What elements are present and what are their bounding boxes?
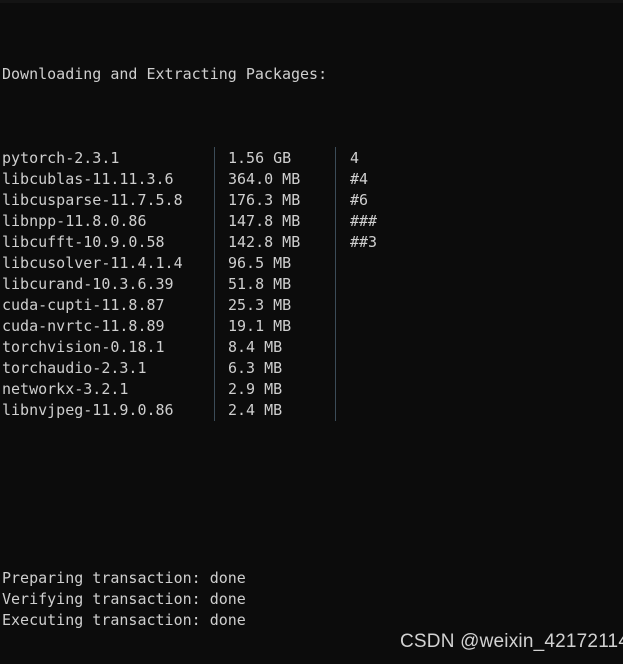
package-progress: ### xyxy=(350,212,378,230)
package-name: torchaudio-2.3.1 xyxy=(2,359,147,377)
column-separator xyxy=(214,189,215,211)
package-size: 96.5 MB xyxy=(228,254,292,272)
package-size: 2.4 MB xyxy=(228,401,283,419)
package-row: cuda-cupti-11.8.87 25.3 MB xyxy=(2,294,623,316)
transaction-line: Preparing transaction: done xyxy=(2,569,246,587)
package-size: 51.8 MB xyxy=(228,275,292,293)
column-separator xyxy=(335,231,336,253)
package-name: torchvision-0.18.1 xyxy=(2,338,165,356)
column-separator xyxy=(335,147,336,169)
column-separator xyxy=(214,399,215,421)
column-separator xyxy=(335,252,336,274)
package-progress: #6 xyxy=(350,191,369,209)
csdn-watermark: CSDN @weixin_42172114 xyxy=(400,631,623,652)
package-size: 2.9 MB xyxy=(228,380,283,398)
column-separator xyxy=(214,315,215,337)
package-name: networkx-3.2.1 xyxy=(2,380,129,398)
column-separator xyxy=(214,294,215,316)
package-name: pytorch-2.3.1 xyxy=(2,149,120,167)
package-progress: 4 xyxy=(350,149,360,167)
column-separator xyxy=(214,252,215,274)
column-separator xyxy=(335,168,336,190)
column-separator xyxy=(335,399,336,421)
column-separator xyxy=(335,189,336,211)
package-size: 142.8 MB xyxy=(228,233,301,251)
package-name: libnvjpeg-11.9.0.86 xyxy=(2,401,174,419)
terminal-window[interactable]: Downloading and Extracting Packages: pyt… xyxy=(0,0,623,664)
package-row: torchvision-0.18.1 8.4 MB xyxy=(2,336,623,358)
package-progress: #4 xyxy=(350,170,369,188)
column-separator xyxy=(214,273,215,295)
package-size: 364.0 MB xyxy=(228,170,301,188)
package-size: 8.4 MB xyxy=(228,338,283,356)
package-size: 147.8 MB xyxy=(228,212,301,230)
package-name: cuda-nvrtc-11.8.89 xyxy=(2,317,165,335)
column-separator xyxy=(335,315,336,337)
package-name: libnpp-11.8.0.86 xyxy=(2,212,147,230)
column-separator xyxy=(335,273,336,295)
package-size: 25.3 MB xyxy=(228,296,292,314)
transaction-line: Verifying transaction: done xyxy=(2,590,246,608)
terminal-screen: Downloading and Extracting Packages: pyt… xyxy=(2,1,623,664)
transaction-line: Executing transaction: done xyxy=(2,611,246,629)
column-separator xyxy=(214,357,215,379)
column-separator xyxy=(214,147,215,169)
column-separator xyxy=(335,294,336,316)
package-row: libcublas-11.11.3.6 364.0 MB #4 xyxy=(2,168,623,190)
package-row: libcusolver-11.4.1.4 96.5 MB xyxy=(2,252,623,274)
downloading-header: Downloading and Extracting Packages: xyxy=(2,65,328,83)
package-name: libcurand-10.3.6.39 xyxy=(2,275,174,293)
column-separator xyxy=(335,336,336,358)
package-row: libnvjpeg-11.9.0.86 2.4 MB xyxy=(2,399,623,421)
package-row: libcurand-10.3.6.39 51.8 MB xyxy=(2,273,623,295)
column-separator xyxy=(214,336,215,358)
package-progress: ##3 xyxy=(350,233,378,251)
transaction-status-block: Preparing transaction: done Verifying tra… xyxy=(2,568,623,631)
column-separator xyxy=(214,231,215,253)
package-size: 19.1 MB xyxy=(228,317,292,335)
column-separator xyxy=(335,378,336,400)
column-separator xyxy=(335,357,336,379)
column-separator xyxy=(214,210,215,232)
package-size: 1.56 GB xyxy=(228,149,292,167)
package-name: libcublas-11.11.3.6 xyxy=(2,170,174,188)
package-size: 176.3 MB xyxy=(228,191,301,209)
package-name: cuda-cupti-11.8.87 xyxy=(2,296,165,314)
column-separator xyxy=(214,168,215,190)
package-row: torchaudio-2.3.1 6.3 MB xyxy=(2,357,623,379)
package-row: libnpp-11.8.0.86 147.8 MB ### xyxy=(2,210,623,232)
package-row: libcufft-10.9.0.58 142.8 MB ##3 xyxy=(2,231,623,253)
package-table: pytorch-2.3.1 1.56 GB 4 libcublas-11.11.3.6… xyxy=(2,147,623,421)
package-size: 6.3 MB xyxy=(228,359,283,377)
column-separator xyxy=(335,210,336,232)
package-row: networkx-3.2.1 2.9 MB xyxy=(2,378,623,400)
package-name: libcufft-10.9.0.58 xyxy=(2,233,165,251)
package-row: cuda-nvrtc-11.8.89 19.1 MB xyxy=(2,315,623,337)
package-name: libcusolver-11.4.1.4 xyxy=(2,254,183,272)
package-row: pytorch-2.3.1 1.56 GB 4 xyxy=(2,147,623,169)
column-separator xyxy=(214,378,215,400)
package-name: libcusparse-11.7.5.8 xyxy=(2,191,183,209)
package-row: libcusparse-11.7.5.8 176.3 MB #6 xyxy=(2,189,623,211)
